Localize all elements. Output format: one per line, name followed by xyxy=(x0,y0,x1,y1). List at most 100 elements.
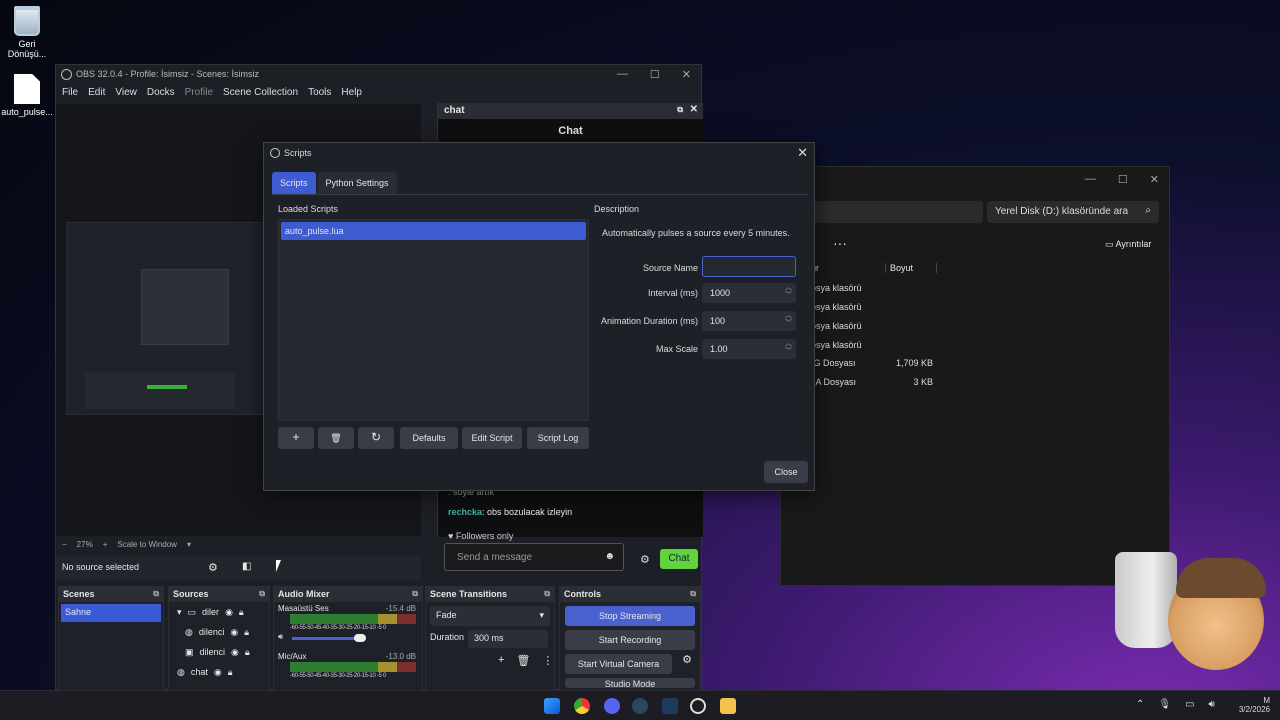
network-icon[interactable]: ▭ xyxy=(1185,699,1194,710)
start-virtual-camera-button[interactable]: Start Virtual Camera xyxy=(565,654,672,674)
lock-icon[interactable]: 🔒︎ xyxy=(245,647,250,658)
close-icon[interactable]: ✕ xyxy=(797,145,808,161)
minimize-icon[interactable]: — xyxy=(617,68,628,81)
float-icon[interactable]: ⧉ xyxy=(677,105,683,115)
float-icon[interactable]: ⧉ xyxy=(412,589,418,599)
list-item[interactable]: ▣ dilenci ◉ 🔒︎ xyxy=(169,642,269,662)
more-icon[interactable]: ⋮ xyxy=(542,654,553,667)
lock-icon[interactable]: 🔒︎ xyxy=(244,627,249,638)
list-item[interactable]: ▾ ▭ diler ◉ 🔒︎ xyxy=(169,602,269,622)
file-explorer-icon[interactable] xyxy=(720,698,736,714)
eye-icon[interactable]: ◉ xyxy=(231,647,239,658)
eye-icon[interactable]: ◉ xyxy=(214,667,222,678)
list-item[interactable]: osya klasörü xyxy=(811,283,862,293)
chat-user[interactable]: rechcka xyxy=(448,507,482,517)
float-icon[interactable]: ⧉ xyxy=(544,589,550,599)
list-item[interactable]: ◍ chat ◉ 🔒︎ xyxy=(169,662,269,682)
chevron-up-icon[interactable]: ⌃ xyxy=(1136,699,1144,710)
menu-profile[interactable]: Profile xyxy=(185,87,213,101)
script-list[interactable]: auto_pulse.lua xyxy=(278,219,589,421)
list-item[interactable]: IG Dosyası xyxy=(811,358,856,368)
menu-scene-collection[interactable]: Scene Collection xyxy=(223,87,298,101)
scale-mode[interactable]: Scale to Window xyxy=(117,540,177,552)
details-button[interactable]: ▭ Ayrıntılar xyxy=(1105,239,1151,250)
interval-spinbox[interactable]: 1000 ︿ ﹀ xyxy=(702,283,796,303)
script-log-button[interactable]: Script Log xyxy=(527,427,589,449)
lock-icon[interactable]: 🔒︎ xyxy=(228,667,233,678)
gear-icon[interactable]: ⚙ xyxy=(208,561,218,574)
maximize-icon[interactable]: ☐ xyxy=(650,68,660,81)
volume-icon[interactable]: 🔊︎ xyxy=(1209,699,1215,710)
discord-icon[interactable] xyxy=(604,698,620,714)
float-icon[interactable]: ⧉ xyxy=(690,589,696,599)
chrome-icon[interactable] xyxy=(574,698,590,714)
float-icon[interactable]: ⧉ xyxy=(259,589,265,599)
transition-select[interactable]: Fade ▾ xyxy=(430,606,550,626)
trash-icon[interactable]: 🗑︎ xyxy=(516,654,530,667)
list-item[interactable]: osya klasörü xyxy=(811,321,862,331)
address-bar[interactable] xyxy=(807,201,983,223)
add-icon[interactable]: + xyxy=(498,654,504,667)
duration-field[interactable]: 300 ms xyxy=(468,630,548,648)
close-icon[interactable]: ✕ xyxy=(682,68,691,81)
menu-docks[interactable]: Docks xyxy=(147,87,175,101)
speaker-icon[interactable]: 🔊︎ xyxy=(278,632,283,642)
menu-file[interactable]: File xyxy=(62,87,78,101)
column-size[interactable]: Boyut xyxy=(885,263,937,273)
tab-python-settings[interactable]: Python Settings xyxy=(317,172,397,194)
emoji-icon[interactable]: ☻ xyxy=(604,551,615,562)
close-icon[interactable]: ✕ xyxy=(690,104,698,115)
desktop-file-icon[interactable]: auto_pulse... xyxy=(0,74,54,117)
list-item[interactable]: auto_pulse.lua xyxy=(281,222,586,240)
close-button[interactable]: Close xyxy=(764,461,808,483)
more-options-icon[interactable]: ··· xyxy=(833,235,847,251)
chevron-down-icon[interactable]: ▾ xyxy=(187,540,191,552)
zoom-in-button[interactable]: + xyxy=(103,540,108,552)
source-name-field[interactable] xyxy=(702,256,796,277)
menu-tools[interactable]: Tools xyxy=(308,87,331,101)
spin-arrows-icon[interactable]: ︿ ﹀ xyxy=(785,284,792,300)
defaults-button[interactable]: Defaults xyxy=(400,427,458,449)
app-icon[interactable] xyxy=(662,698,678,714)
list-item[interactable]: osya klasörü xyxy=(811,340,862,350)
obs-taskbar-icon[interactable] xyxy=(690,698,706,714)
menu-view[interactable]: View xyxy=(115,87,137,101)
steam-icon[interactable] xyxy=(632,698,648,714)
tab-scripts[interactable]: Scripts xyxy=(272,172,316,194)
filters-icon[interactable]: ◧ xyxy=(242,561,251,572)
add-script-button[interactable]: + xyxy=(278,427,314,449)
chevron-down-icon[interactable]: ▾ xyxy=(177,607,182,618)
scene-item[interactable]: Sahne xyxy=(61,604,161,622)
spin-arrows-icon[interactable]: ︿ ﹀ xyxy=(785,312,792,328)
eye-icon[interactable]: ◉ xyxy=(230,627,238,638)
zoom-out-button[interactable]: − xyxy=(62,540,67,552)
clock[interactable]: M 3/2/2026 xyxy=(1239,696,1270,714)
start-recording-button[interactable]: Start Recording xyxy=(565,630,695,650)
list-item[interactable]: JA Dosyası xyxy=(811,377,856,387)
edit-script-button[interactable]: Edit Script xyxy=(462,427,522,449)
lock-icon[interactable]: 🔒︎ xyxy=(239,607,244,618)
remove-script-button[interactable]: 🗑 xyxy=(318,427,354,449)
menu-edit[interactable]: Edit xyxy=(88,87,105,101)
list-item[interactable]: ◍ dilenci ◉ 🔒︎ xyxy=(169,622,269,642)
chat-input[interactable]: Send a message ☻ xyxy=(444,543,624,571)
windows-start-icon[interactable] xyxy=(544,698,560,714)
gear-icon[interactable]: ⚙ xyxy=(640,553,650,566)
explorer-search[interactable]: Yerel Disk (D:) klasöründe ara ⌕ xyxy=(987,201,1159,223)
reload-script-button[interactable]: ↻ xyxy=(358,427,394,449)
stop-streaming-button[interactable]: Stop Streaming xyxy=(565,606,695,626)
max-scale-spinbox[interactable]: 1.00 ︿ ﹀ xyxy=(702,339,796,359)
maximize-icon[interactable]: ☐ xyxy=(1118,173,1128,186)
list-item[interactable]: osya klasörü xyxy=(811,302,862,312)
gear-icon[interactable]: ⚙ xyxy=(682,653,692,666)
spin-arrows-icon[interactable]: ︿ ﹀ xyxy=(785,340,792,356)
menu-help[interactable]: Help xyxy=(341,87,362,101)
volume-handle[interactable] xyxy=(354,634,366,642)
chat-send-button[interactable]: Chat xyxy=(660,549,698,569)
studio-mode-button[interactable]: Studio Mode xyxy=(565,678,695,688)
microphone-icon[interactable]: 🎙︎ xyxy=(1158,699,1171,710)
close-icon[interactable]: ✕ xyxy=(1150,173,1159,186)
float-icon[interactable]: ⧉ xyxy=(153,589,159,599)
recycle-bin-icon[interactable]: Geri Dönüşü... xyxy=(0,6,54,59)
minimize-icon[interactable]: — xyxy=(1085,173,1096,186)
